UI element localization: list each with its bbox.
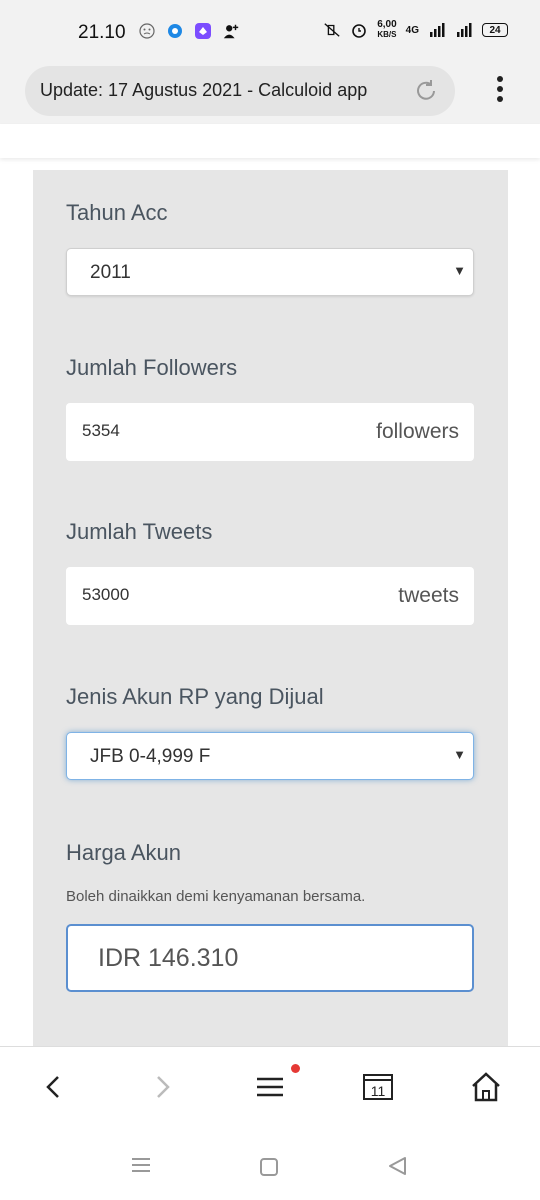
- system-home-icon[interactable]: [258, 1156, 280, 1178]
- tweets-input[interactable]: 53000 tweets: [66, 567, 474, 625]
- system-back-icon[interactable]: [385, 1154, 409, 1178]
- harga-input[interactable]: IDR 146.310: [66, 924, 474, 992]
- followers-input[interactable]: 5354 followers: [66, 403, 474, 461]
- jenis-akun-label: Jenis Akun RP yang Dijual: [66, 684, 324, 709]
- signal-icon-2: [457, 23, 472, 37]
- tahun-acc-value: 2011: [90, 262, 131, 283]
- calculator-form: Tahun Acc 2011 ▼ Jumlah Followers 5354 f…: [33, 170, 508, 1050]
- browser-bottom-nav: 11: [0, 1046, 540, 1128]
- face-icon: [139, 23, 155, 39]
- mute-vibrate-icon: [324, 23, 340, 37]
- net-speed: 6,00 KB/S: [377, 20, 396, 40]
- address-bar[interactable]: Update: 17 Agustus 2021 - Calculoid app: [25, 66, 455, 116]
- reload-icon[interactable]: [413, 78, 439, 104]
- back-icon[interactable]: [34, 1069, 74, 1105]
- notification-icons: [138, 22, 240, 40]
- dropdown-arrow-icon: ▼: [453, 747, 466, 762]
- tweets-unit: tweets: [398, 584, 459, 607]
- status-bar: 21.10 6,00 KB/S 4G 24: [0, 0, 540, 66]
- followers-unit: followers: [376, 420, 459, 443]
- page-header-strip: [0, 124, 540, 158]
- harga-label: Harga Akun: [66, 840, 181, 865]
- network-type: 4G: [405, 24, 419, 36]
- tabs-button[interactable]: 11: [358, 1069, 398, 1105]
- home-icon[interactable]: [466, 1069, 506, 1105]
- page-title-text: Update: 17 Agustus 2021 - Calculoid app: [40, 80, 368, 100]
- signal-icon: [430, 23, 445, 37]
- harga-value: IDR 146.310: [98, 944, 239, 972]
- tab-count: 11: [370, 1083, 386, 1099]
- net-speed-value: 6,00: [377, 19, 397, 30]
- circle-app-icon: [168, 24, 182, 38]
- browser-toolbar: Update: 17 Agustus 2021 - Calculoid app: [0, 66, 540, 124]
- app-store-icon: [195, 23, 211, 39]
- followers-label: Jumlah Followers: [66, 355, 238, 380]
- tweets-label: Jumlah Tweets: [66, 519, 213, 544]
- harga-hint: Boleh dinaikkan demi kenyamanan bersama.: [66, 888, 366, 905]
- tahun-acc-label: Tahun Acc: [66, 200, 168, 225]
- net-speed-unit: KB/S: [377, 30, 397, 39]
- notification-dot: [291, 1064, 300, 1073]
- forward-icon[interactable]: [142, 1069, 182, 1105]
- jenis-akun-value: JFB 0-4,999 F: [90, 746, 211, 767]
- dropdown-arrow-icon: ▼: [453, 263, 466, 278]
- jenis-akun-select[interactable]: JFB 0-4,999 F ▼: [66, 732, 474, 780]
- tweets-value: 53000: [82, 585, 130, 604]
- system-navigation-bar: [0, 1128, 540, 1200]
- status-right-icons: 6,00 KB/S 4G 24: [323, 20, 508, 40]
- recent-apps-icon[interactable]: [128, 1154, 154, 1176]
- status-time: 21.10: [78, 22, 126, 43]
- add-user-icon: [223, 24, 239, 39]
- battery-icon: 24: [482, 23, 508, 37]
- more-menu-icon[interactable]: [496, 76, 504, 106]
- hamburger-menu-icon[interactable]: [250, 1069, 290, 1105]
- tahun-acc-select[interactable]: 2011 ▼: [66, 248, 474, 296]
- alarm-icon: [352, 24, 366, 38]
- followers-value: 5354: [82, 421, 120, 440]
